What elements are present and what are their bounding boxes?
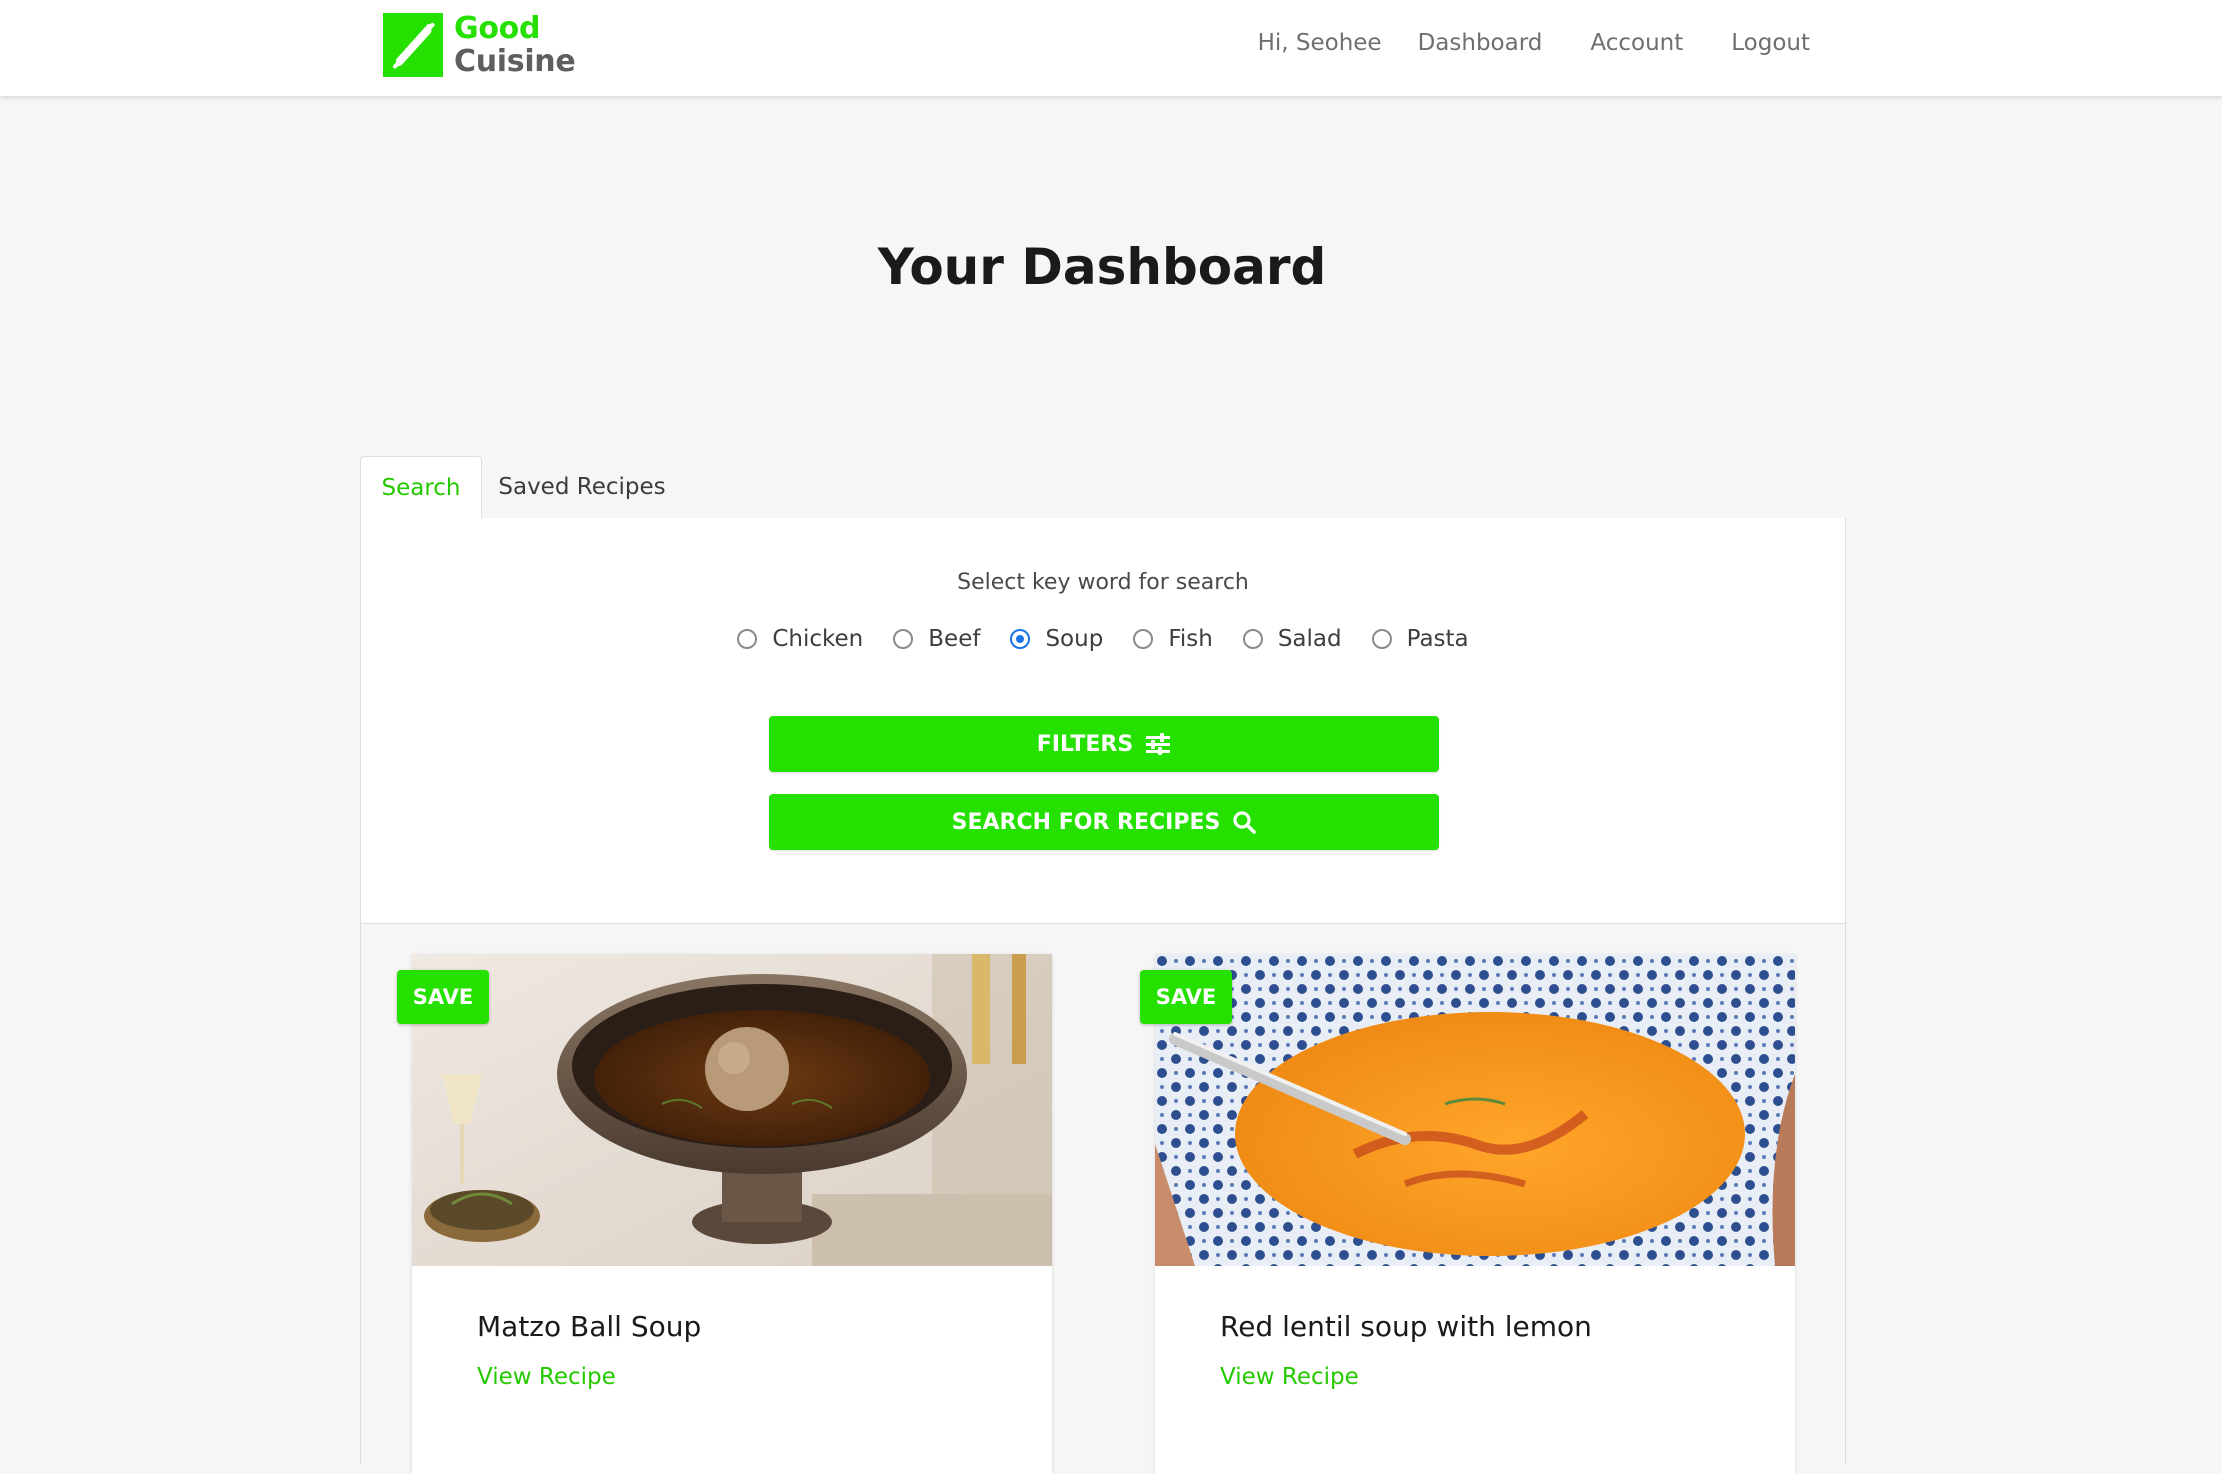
nav-link-logout[interactable]: Logout xyxy=(1731,30,1810,56)
radio-button[interactable] xyxy=(893,629,914,649)
radio-button[interactable] xyxy=(1371,629,1392,649)
recipe-card: SAVE Matzo Ball Soup View Recipe xyxy=(397,954,1052,1474)
radio-button-selected[interactable] xyxy=(1010,629,1031,649)
save-recipe-button[interactable]: SAVE xyxy=(397,970,489,1024)
brand-name-line1: Good xyxy=(454,11,541,46)
search-button-label: SEARCH FOR RECIPES xyxy=(951,809,1221,835)
red-lentil-soup-photo xyxy=(1155,954,1795,1266)
nav-link-dashboard[interactable]: Dashboard xyxy=(1418,30,1543,56)
keyword-label: Beef xyxy=(928,626,981,652)
keyword-option-soup[interactable]: Soup xyxy=(1010,626,1103,652)
dashboard-tabs: Search Saved Recipes xyxy=(360,456,1846,519)
keyword-option-beef[interactable]: Beef xyxy=(893,626,980,652)
filters-button[interactable]: FILTERS xyxy=(769,716,1439,772)
keyword-option-pasta[interactable]: Pasta xyxy=(1371,626,1469,652)
brand-name: Good Cuisine xyxy=(454,11,576,79)
keyword-option-chicken[interactable]: Chicken xyxy=(737,626,863,652)
brand-logo[interactable]: Good Cuisine xyxy=(383,11,576,79)
brand-name-line2: Cuisine xyxy=(454,44,576,79)
radio-button[interactable] xyxy=(1242,629,1263,649)
sliders-icon xyxy=(1145,733,1171,755)
tab-saved-recipes[interactable]: Saved Recipes xyxy=(482,456,682,518)
search-for-recipes-button[interactable]: SEARCH FOR RECIPES xyxy=(769,794,1439,850)
keyword-label: Chicken xyxy=(772,626,864,652)
keyword-label: Salad xyxy=(1277,626,1342,652)
page-title: Your Dashboard xyxy=(877,238,1327,296)
recipe-title: Matzo Ball Soup xyxy=(477,1310,702,1343)
filters-button-label: FILTERS xyxy=(1036,731,1134,757)
search-panel: Select key word for search Chicken Beef … xyxy=(360,518,1846,924)
rolling-pin-icon xyxy=(383,13,443,77)
radio-button[interactable] xyxy=(1133,629,1154,649)
top-navbar: Good Cuisine Hi, Seohee Dashboard Accoun… xyxy=(0,0,2222,96)
keyword-option-salad[interactable]: Salad xyxy=(1242,626,1342,652)
view-recipe-link[interactable]: View Recipe xyxy=(1220,1364,1359,1390)
view-recipe-link[interactable]: View Recipe xyxy=(477,1364,616,1390)
keyword-label: Pasta xyxy=(1406,626,1469,652)
search-prompt: Select key word for search xyxy=(957,570,1249,595)
keyword-radio-group: Chicken Beef Soup Fish Salad Pasta xyxy=(361,626,1845,652)
recipe-title: Red lentil soup with lemon xyxy=(1220,1310,1592,1343)
search-icon xyxy=(1232,810,1257,834)
keyword-option-fish[interactable]: Fish xyxy=(1133,626,1213,652)
save-recipe-button[interactable]: SAVE xyxy=(1140,970,1232,1024)
tab-search[interactable]: Search xyxy=(360,456,482,519)
nav-links: Hi, Seohee Dashboard Account Logout xyxy=(1258,0,1810,86)
user-greeting: Hi, Seohee xyxy=(1257,30,1382,56)
radio-button[interactable] xyxy=(737,629,758,649)
recipe-results: SAVE Matzo Ball Soup View Recipe SAVE Re… xyxy=(360,924,1846,1474)
keyword-label: Fish xyxy=(1168,626,1213,652)
nav-link-account[interactable]: Account xyxy=(1590,30,1683,56)
keyword-label: Soup xyxy=(1045,626,1104,652)
recipe-card: SAVE Red lentil soup with lemon View Rec… xyxy=(1140,954,1795,1474)
matzo-ball-soup-photo xyxy=(412,954,1052,1266)
